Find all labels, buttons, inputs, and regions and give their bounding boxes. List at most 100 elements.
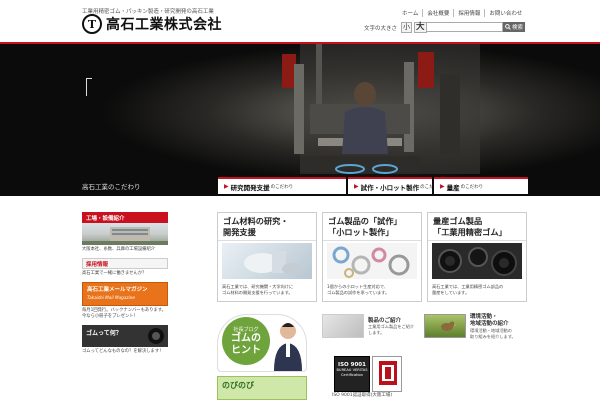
tab-mass-production[interactable]: ▶ 量産 のこだわり <box>434 177 528 194</box>
card-title: 量産ゴム製品 「工業用精密ゴム」 <box>428 213 526 241</box>
left-sidebar: 工場・設備紹介 大阪本社、糸数、兵庫の工場設備紹介 採用情報 高石工業で一緒に働… <box>82 212 168 360</box>
tab-sublabel: のこだわり <box>460 184 484 190</box>
certification-seal-icon <box>379 361 397 385</box>
card-title-line-2: 開発支援 <box>223 227 256 237</box>
mail-magazine-block[interactable]: 高石工業メールマガジン Takaishi Mail Magazine 毎月1回発… <box>82 282 168 320</box>
recruit-block[interactable]: 採用情報 高石工業で一緒に働きませんか？ <box>82 258 168 277</box>
nobinobi-label: のびのび <box>222 381 254 390</box>
search-input[interactable] <box>426 22 503 32</box>
card-text-line-2: ゴム製品の試作を承っています。 <box>327 290 390 295</box>
card-title-line-1: ゴム製品の「試作」 <box>328 216 402 226</box>
company-name: 高石工業株式会社 <box>106 17 222 33</box>
font-large-button[interactable]: 大 <box>414 22 427 33</box>
product-title: 製品のご紹介 <box>368 318 402 324</box>
gomu-text: ゴムってどんなものなの？を解決します！ <box>82 349 164 354</box>
lab-gloves-icon <box>244 251 302 275</box>
product-text-2: します。 <box>368 330 385 335</box>
mail-magazine-subtitle: Takaishi Mail Magazine <box>87 295 136 300</box>
search-form: 検索 <box>426 22 525 32</box>
blog-line-1: 社長ブログ <box>233 327 259 333</box>
nav-company[interactable]: 会社概要 <box>422 9 453 17</box>
product-intro-link[interactable]: 製品のご紹介 工業用ゴム製品をご紹介 します。 <box>322 314 418 340</box>
president-portrait-icon <box>274 323 302 371</box>
recruit-head: 採用情報 <box>82 258 168 269</box>
top-navigation: ホーム 会社概要 採用情報 お問い合わせ <box>398 9 526 17</box>
card-text-line-2: ゴム材料の開発支援を行っています。 <box>222 290 293 295</box>
o-rings-icon <box>332 246 410 278</box>
search-button[interactable]: 検索 <box>503 22 525 32</box>
arrow-right-icon: ▶ <box>354 183 359 190</box>
mail-magazine-text-2: 今なら小冊子をプレゼント！ <box>82 314 138 319</box>
search-button-label: 検索 <box>511 25 523 31</box>
mail-magazine-title: 高石工業メールマガジン <box>87 287 148 293</box>
gomu-title: ゴムって何？ <box>86 330 122 337</box>
arrow-right-icon: ▶ <box>440 183 445 190</box>
card-research[interactable]: ゴム材料の研究・ 開発支援 高石工業では、研究機関・大学向けに ゴム材料の開発支… <box>217 212 317 302</box>
factory-building-icon <box>82 227 168 245</box>
factory-head: 工場・設備紹介 <box>82 212 168 223</box>
card-image-rubber-parts <box>432 243 522 279</box>
card-title-line-2: 「小ロット製作」 <box>328 227 394 237</box>
arrow-right-icon: ▶ <box>224 183 229 190</box>
search-icon <box>505 24 511 30</box>
gomu-banner: ゴムって何？ <box>82 325 168 347</box>
card-title: ゴム材料の研究・ 開発支援 <box>218 213 316 241</box>
hero-bracket-decoration <box>86 78 92 96</box>
hero-banner: 高石工業のこだわり ▶ 研究開発支援 のこだわり ▶ 試作・小ロット製作 のこだ… <box>0 44 600 196</box>
nav-home[interactable]: ホーム <box>398 9 422 17</box>
environment-text-2: 取り組みを紹介します。 <box>470 334 516 339</box>
iso-certificate-badge[interactable]: ISO 9001 BUREAU VERITAS Certification <box>334 356 370 392</box>
hero-factory-photo <box>0 44 600 196</box>
environment-activity-link[interactable]: 環境活動・ 地域活動の紹介 環境活動・地域活動の 取り組みを紹介します。 <box>424 314 524 344</box>
nobinobi-banner[interactable]: のびのび <box>217 376 307 400</box>
environment-title-1: 環境活動・ <box>470 314 498 320</box>
font-size-switcher: 文字の大きさ 小 大 <box>364 22 427 33</box>
nav-recruit[interactable]: 採用情報 <box>453 9 484 17</box>
tab-label: 量産 <box>446 183 460 192</box>
font-small-button[interactable]: 小 <box>401 22 413 33</box>
blog-line-2a: ゴムの <box>231 333 261 344</box>
card-title-line-1: 量産ゴム製品 <box>433 216 483 226</box>
blog-badge: 社長ブログ ゴムの ヒント <box>222 317 270 365</box>
card-title-line-2: 「工業用精密ゴム」 <box>433 227 507 237</box>
product-image <box>322 314 364 338</box>
card-text-line-2: 量産をしています。 <box>432 290 470 295</box>
hero-title: 高石工業のこだわり <box>82 183 141 191</box>
logo-mark-icon: T <box>82 14 102 34</box>
factory-block[interactable]: 工場・設備紹介 大阪本社、糸数、兵庫の工場設備紹介 <box>82 212 168 253</box>
president-blog-banner[interactable]: 社長ブログ ゴムの ヒント <box>217 314 307 372</box>
gomu-block[interactable]: ゴムって何？ ゴムってどんなものなの？を解決します！ <box>82 325 168 355</box>
card-title-line-1: ゴム材料の研究・ <box>223 216 289 226</box>
card-text: 高石工業では、研究機関・大学向けに ゴム材料の開発支援を行っています。 <box>222 284 293 296</box>
font-size-label: 文字の大きさ <box>364 25 398 32</box>
card-text: 高石工業では、工業用精密ゴム部品の 量産をしています。 <box>432 284 503 296</box>
environment-title-2: 地域活動の紹介 <box>470 321 509 327</box>
bureau-veritas-logo <box>372 356 402 392</box>
card-image-lab <box>222 243 312 279</box>
card-prototype[interactable]: ゴム製品の「試作」 「小ロット製作」 1個からの小ロット生産対応で、 ゴム製品の… <box>322 212 422 302</box>
mail-magazine-banner: 高石工業メールマガジン Takaishi Mail Magazine <box>82 282 168 306</box>
iso-caption: ISO 9001認証取得(大阪工場) <box>332 393 393 398</box>
site-header: 工業用精密ゴム・パッキン製造・研究開発の高石工業 T 高石工業株式会社 ホーム … <box>0 0 600 42</box>
nav-contact[interactable]: お問い合わせ <box>484 9 526 17</box>
tab-research-support[interactable]: ▶ 研究開発支援 のこだわり <box>218 177 346 194</box>
card-mass-production[interactable]: 量産ゴム製品 「工業用精密ゴム」 高石工業では、工業用精密ゴム部品の 量産をして… <box>427 212 527 302</box>
recruit-text: 高石工業で一緒に働きませんか？ <box>82 271 147 276</box>
factory-text: 大阪本社、糸数、兵庫の工場設備紹介 <box>82 247 156 252</box>
tab-sublabel: のこだわり <box>270 184 294 190</box>
bird-icon <box>441 321 457 331</box>
company-logo[interactable]: T 高石工業株式会社 <box>82 14 222 34</box>
tab-label: 試作・小ロット製作 <box>360 183 420 192</box>
card-text: 1個からの小ロット生産対応で、 ゴム製品の試作を承っています。 <box>327 284 389 296</box>
blog-line-2b: ヒント <box>231 345 261 356</box>
environment-image <box>424 314 466 338</box>
card-title: ゴム製品の「試作」 「小ロット製作」 <box>323 213 421 241</box>
rubber-ring-icon <box>148 328 164 344</box>
hero-tabs: ▶ 研究開発支援 のこだわり ▶ 試作・小ロット製作 のこだわり ▶ 量産 のこ… <box>218 177 528 194</box>
rubber-parts-icon <box>438 247 517 276</box>
iso-cert: Certification <box>341 373 363 377</box>
factory-image <box>82 223 168 245</box>
card-image-orings <box>327 243 417 279</box>
tab-prototype[interactable]: ▶ 試作・小ロット製作 のこだわり <box>348 177 443 194</box>
tab-label: 研究開発支援 <box>230 183 270 192</box>
